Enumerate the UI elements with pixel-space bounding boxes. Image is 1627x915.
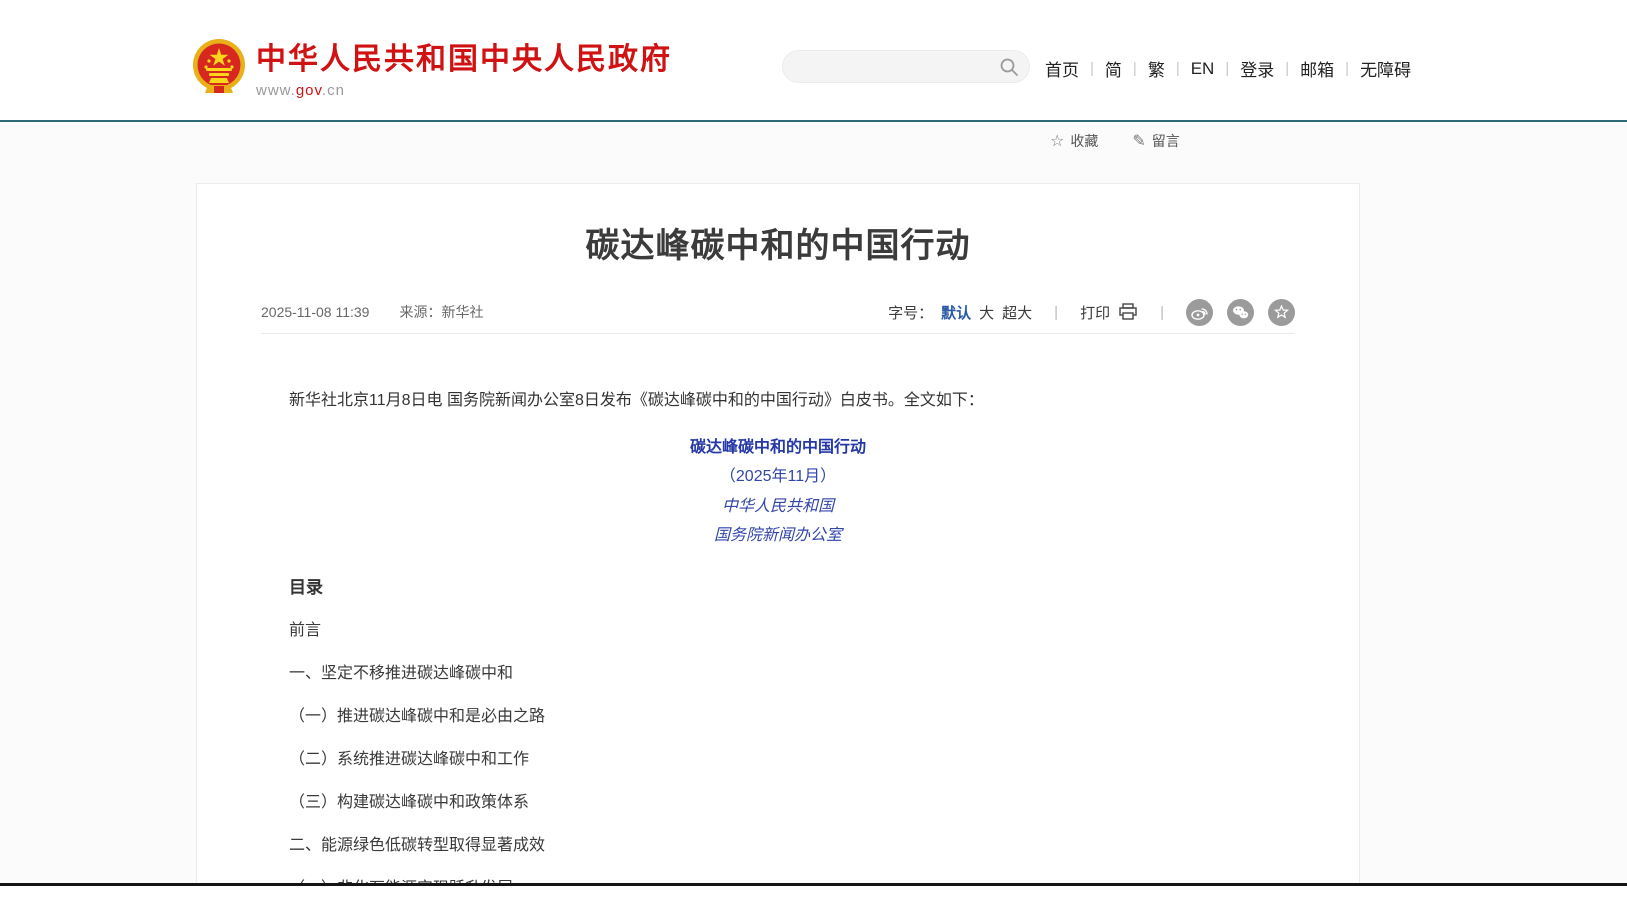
nav-divider: | — [1133, 60, 1137, 77]
meta-separator — [261, 333, 1295, 334]
favorite-label: 收藏 — [1070, 131, 1098, 151]
doc-org-line1: 中华人民共和国 — [289, 494, 1267, 518]
search-box[interactable] — [782, 50, 1030, 83]
intro-paragraph: 新华社北京11月8日电 国务院新闻办公室8日发布《碳达峰碳中和的中国行动》白皮书… — [289, 389, 1267, 413]
site-url-gov: gov — [296, 82, 322, 99]
toc-item: 一、坚定不移推进碳达峰碳中和 — [289, 662, 1267, 685]
pen-icon: ✎ — [1132, 131, 1145, 151]
nav-divider: | — [1285, 60, 1289, 77]
weibo-icon — [1191, 305, 1208, 320]
star-outline-icon: ☆ — [1050, 131, 1064, 151]
toc-item: （三）构建碳达峰碳中和政策体系 — [289, 791, 1267, 814]
top-nav-link[interactable]: 邮箱 — [1300, 56, 1334, 81]
national-emblem-icon — [192, 38, 246, 96]
site-title: 中华人民共和国中央人民政府 — [256, 42, 672, 78]
divider: | — [1160, 304, 1164, 321]
source-label: 来源： — [399, 302, 441, 322]
article-date: 2025-11-08 11:39 — [261, 304, 369, 320]
share-more-button[interactable] — [1268, 299, 1295, 326]
search-icon[interactable] — [999, 57, 1019, 77]
toc-heading: 目录 — [289, 576, 1267, 599]
nav-divider: | — [1345, 60, 1349, 77]
top-nav-link[interactable]: 登录 — [1240, 56, 1274, 81]
nav-divider: | — [1176, 60, 1180, 77]
article-meta-row: 2025-11-08 11:39 来源： 新华社 字号： 默认 大 超大 | 打… — [261, 300, 1295, 324]
top-nav-link[interactable]: 繁 — [1148, 56, 1165, 81]
top-nav-link[interactable]: 无障碍 — [1360, 56, 1411, 81]
nav-divider: | — [1090, 60, 1094, 77]
wechat-icon — [1232, 305, 1249, 320]
toc-item: （一）推进碳达峰碳中和是必由之路 — [289, 705, 1267, 728]
favorite-button[interactable]: ☆ 收藏 — [1050, 131, 1098, 151]
share-wechat-button[interactable] — [1227, 299, 1254, 326]
message-label: 留言 — [1152, 131, 1180, 151]
article-meta-right: 字号： 默认 大 超大 | 打印 | — [888, 299, 1295, 326]
site-brand[interactable]: 中华人民共和国中央人民政府 www.gov.cn — [192, 38, 672, 99]
share-weibo-button[interactable] — [1186, 299, 1213, 326]
font-size-label: 字号： — [888, 302, 933, 323]
top-nav-link[interactable]: 首页 — [1045, 56, 1079, 81]
top-nav-link[interactable]: 简 — [1105, 56, 1122, 81]
article-meta-left: 2025-11-08 11:39 来源： 新华社 — [261, 302, 483, 322]
toc-item: 二、能源绿色低碳转型取得显著成效 — [289, 834, 1267, 857]
search-input[interactable] — [783, 59, 999, 75]
print-label: 打印 — [1080, 302, 1110, 323]
page-tools: ☆ 收藏 ✎ 留言 — [1050, 131, 1214, 151]
article-card: 碳达峰碳中和的中国行动 2025-11-08 11:39 来源： 新华社 字号：… — [196, 183, 1360, 915]
divider: | — [1054, 304, 1058, 321]
screen-bottom-strip — [0, 886, 1627, 915]
toc-item: （二）系统推进碳达峰碳中和工作 — [289, 748, 1267, 771]
nav-divider: | — [1225, 60, 1229, 77]
doc-org-line2: 国务院新闻办公室 — [289, 523, 1267, 547]
toc-item: 前言 — [289, 619, 1267, 642]
print-button[interactable]: 打印 — [1080, 302, 1138, 323]
source-value[interactable]: 新华社 — [441, 302, 483, 322]
message-button[interactable]: ✎ 留言 — [1132, 131, 1179, 151]
site-header: 中华人民共和国中央人民政府 www.gov.cn 首页 | 简 | 繁 | — [0, 0, 1627, 122]
article-title: 碳达峰碳中和的中国行动 — [261, 222, 1295, 270]
font-size-default-button[interactable]: 默认 — [941, 302, 971, 323]
brand-text: 中华人民共和国中央人民政府 www.gov.cn — [256, 38, 672, 99]
page: 中华人民共和国中央人民政府 www.gov.cn 首页 | 简 | 繁 | — [0, 0, 1627, 915]
top-nav: 首页 | 简 | 繁 | EN | 登录 | 邮箱 | 无障碍 — [1045, 56, 1411, 81]
star-badge-icon — [1274, 305, 1289, 320]
site-url-prefix: www. — [256, 82, 296, 99]
site-url-suffix: .cn — [322, 82, 345, 99]
doc-date: （2025年11月） — [289, 465, 1267, 489]
font-size-large-button[interactable]: 大 — [979, 302, 994, 323]
doc-title: 碳达峰碳中和的中国行动 — [289, 436, 1267, 460]
site-url: www.gov.cn — [256, 82, 672, 99]
font-size-xlarge-button[interactable]: 超大 — [1002, 302, 1032, 323]
toc-list: 前言 一、坚定不移推进碳达峰碳中和 （一）推进碳达峰碳中和是必由之路 （二）系统… — [289, 619, 1267, 900]
article-body: 新华社北京11月8日电 国务院新闻办公室8日发布《碳达峰碳中和的中国行动》白皮书… — [261, 389, 1295, 900]
share-buttons — [1186, 299, 1295, 326]
top-nav-link[interactable]: EN — [1191, 59, 1215, 79]
printer-icon — [1118, 303, 1138, 321]
